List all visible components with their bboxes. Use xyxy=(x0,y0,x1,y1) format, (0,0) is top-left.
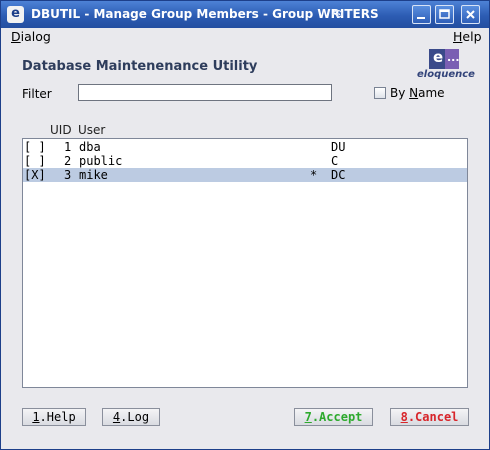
by-name-mnemonic: N xyxy=(409,86,419,100)
dialog-window: e DBUTIL - Manage Group Members - Group … xyxy=(0,0,490,450)
menu-help-rest: elp xyxy=(462,29,482,44)
by-name-checkbox[interactable] xyxy=(374,87,386,99)
column-header-uid: UID xyxy=(50,123,72,137)
close-button[interactable] xyxy=(461,5,480,24)
by-name-rest: ame xyxy=(418,86,445,100)
row-flags: DU xyxy=(331,140,346,154)
accept-button-label: .Accept xyxy=(311,410,363,424)
log-button[interactable]: 4.Log xyxy=(102,408,160,426)
eloquence-logo: e ... eloquence xyxy=(417,48,475,83)
logo-word: eloquence xyxy=(417,69,475,80)
by-name-pre: By xyxy=(390,86,410,100)
minimize-button[interactable] xyxy=(412,5,431,24)
list-row[interactable]: [ ] 2 public C xyxy=(23,154,467,168)
logo-mark: e xyxy=(433,48,444,66)
menu-dialog[interactable]: Dialog xyxy=(11,28,51,45)
accept-button-num: 7 xyxy=(304,410,312,424)
column-header-user: User xyxy=(78,123,106,137)
cancel-button-label: .Cancel xyxy=(407,410,459,424)
maximize-button[interactable] xyxy=(435,5,454,24)
title-bar[interactable]: e DBUTIL - Manage Group Members - Group … xyxy=(1,1,489,28)
eloquence-app-icon[interactable]: e xyxy=(7,6,24,23)
by-name-label[interactable]: By Name xyxy=(390,86,445,100)
minimize-icon xyxy=(417,17,425,19)
maximize-icon xyxy=(439,9,450,19)
row-flags: DC xyxy=(331,168,346,182)
row-uid: 3 xyxy=(64,168,72,182)
row-checkmark[interactable]: [X] xyxy=(24,168,46,182)
row-uid: 1 xyxy=(64,140,72,154)
log-button-label: .Log xyxy=(120,410,150,424)
row-user: dba xyxy=(79,140,101,154)
list-row[interactable]: [ ] 1 dba DU xyxy=(23,140,467,154)
filter-input[interactable] xyxy=(78,84,332,101)
row-checkmark[interactable]: [ ] xyxy=(24,154,46,168)
row-checkmark[interactable]: [ ] xyxy=(24,140,46,154)
help-button-num: 1 xyxy=(32,410,40,424)
menu-bar: Dialog Help xyxy=(1,28,489,46)
cancel-button-num: 8 xyxy=(400,410,408,424)
close-icon xyxy=(466,10,475,19)
row-star: * xyxy=(310,168,318,182)
row-user: public xyxy=(79,154,123,168)
menu-dialog-mnemonic: D xyxy=(11,29,21,44)
swirl-icon xyxy=(332,9,343,18)
row-flags: C xyxy=(331,154,339,168)
filter-label: Filter xyxy=(22,87,52,101)
menu-dialog-rest: ialog xyxy=(20,29,51,44)
menu-help-mnemonic: H xyxy=(453,29,463,44)
row-user: mike xyxy=(79,168,108,182)
cancel-button[interactable]: 8.Cancel xyxy=(390,408,469,426)
window-title: DBUTIL - Manage Group Members - Group WR… xyxy=(31,7,379,21)
row-uid: 2 xyxy=(64,154,72,168)
help-button[interactable]: 1.Help xyxy=(22,408,86,426)
accept-button[interactable]: 7.Accept xyxy=(294,408,373,426)
logo-dots: ... xyxy=(447,51,460,64)
utility-title: Database Maintenenance Utility xyxy=(22,59,258,74)
menu-help[interactable]: Help xyxy=(453,28,482,45)
members-list[interactable]: [ ] 1 dba DU [ ] 2 public C [X] 3 mike *… xyxy=(22,138,468,388)
list-row-selected[interactable]: [X] 3 mike * DC xyxy=(23,168,467,182)
help-button-label: .Help xyxy=(39,410,76,424)
